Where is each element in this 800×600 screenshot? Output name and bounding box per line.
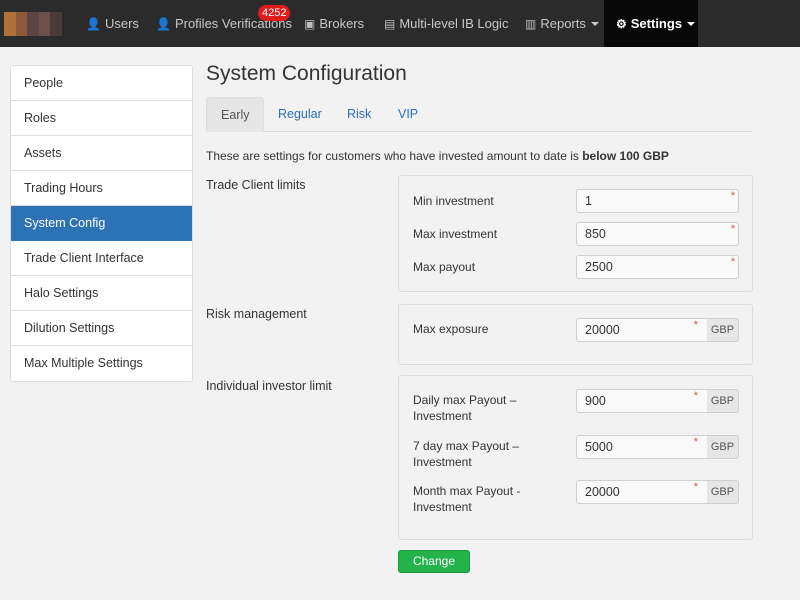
notification-badge: 4252	[258, 5, 291, 21]
user-icon: 👤	[156, 16, 171, 31]
max-payout-label: Max payout	[413, 260, 476, 274]
max-payout-input[interactable]: 2500 *	[576, 255, 739, 279]
max-exposure-input[interactable]: 20000 *	[576, 318, 708, 342]
tab-regular[interactable]: Regular	[278, 97, 322, 132]
max-payout-value: 2500	[585, 260, 613, 274]
nav-settings-label: Settings	[630, 16, 683, 31]
settings-sidebar: People Roles Assets Trading Hours System…	[10, 65, 193, 382]
chevron-down-icon	[590, 21, 599, 26]
org-chart-icon: ▤	[384, 16, 396, 31]
nav-reports[interactable]: ▥ Reports	[525, 0, 599, 47]
brand-logo[interactable]	[4, 12, 62, 36]
section-label-risk-management: Risk management	[206, 307, 307, 321]
currency-addon: GBP	[707, 318, 739, 342]
currency-addon: GBP	[707, 480, 739, 504]
seven-day-max-payout-label: 7 day max Payout – Investment	[413, 439, 520, 469]
tier-description-threshold: below 100 GBP	[582, 149, 669, 163]
tab-risk[interactable]: Risk	[347, 97, 371, 132]
daily-max-payout-label: Daily max Payout – Investment	[413, 393, 517, 423]
page-title: System Configuration	[206, 62, 407, 85]
briefcase-icon: ▣	[304, 16, 316, 31]
bar-chart-icon: ▥	[525, 16, 537, 31]
month-max-payout-value: 20000	[585, 485, 620, 499]
config-tabs: Early Regular Risk VIP	[206, 97, 752, 132]
seven-day-max-payout-input[interactable]: 5000 *	[576, 435, 708, 459]
sidebar-item-roles[interactable]: Roles	[11, 101, 192, 136]
sidebar-item-max-multiple-settings[interactable]: Max Multiple Settings	[11, 346, 192, 381]
seven-day-max-payout-value: 5000	[585, 440, 613, 454]
nav-users-label: Users	[104, 16, 139, 31]
min-investment-input[interactable]: 1 *	[576, 189, 739, 213]
max-investment-input[interactable]: 850 *	[576, 222, 739, 246]
tab-early[interactable]: Early	[206, 97, 265, 132]
required-marker: *	[730, 223, 735, 235]
month-max-payout-label: Month max Payout - Investment	[413, 484, 521, 514]
daily-max-payout-input[interactable]: 900 *	[576, 389, 708, 413]
tier-description-text: These are settings for customers who hav…	[206, 149, 579, 163]
section-label-individual-investor-limit: Individual investor limit	[206, 379, 332, 393]
required-marker: *	[730, 256, 735, 268]
min-investment-label: Min investment	[413, 194, 494, 208]
currency-addon: GBP	[707, 435, 739, 459]
nav-users[interactable]: 👤 Users	[86, 0, 139, 47]
chevron-down-icon	[687, 21, 696, 26]
tier-description: These are settings for customers who hav…	[206, 149, 669, 163]
sidebar-item-assets[interactable]: Assets	[11, 136, 192, 171]
max-exposure-value: 20000	[585, 323, 620, 337]
section-label-trade-client-limits: Trade Client limits	[206, 178, 306, 192]
daily-max-payout-value: 900	[585, 394, 606, 408]
required-marker: *	[693, 481, 698, 493]
max-investment-value: 850	[585, 227, 606, 241]
max-investment-label: Max investment	[413, 227, 498, 241]
nav-settings[interactable]: ⚙ Settings	[604, 0, 698, 47]
nav-brokers-label: Brokers	[319, 16, 365, 31]
tab-vip[interactable]: VIP	[398, 97, 418, 132]
panel-individual-investor-limit: Daily max Payout – Investment 900 * GBP …	[398, 375, 753, 540]
required-marker: *	[693, 390, 698, 402]
month-max-payout-input[interactable]: 20000 *	[576, 480, 708, 504]
panel-trade-client-limits: Min investment 1 * Max investment 850 * …	[398, 175, 753, 292]
required-marker: *	[693, 436, 698, 448]
required-marker: *	[730, 190, 735, 202]
change-button[interactable]: Change	[398, 550, 470, 573]
sidebar-item-trade-client-interface[interactable]: Trade Client Interface	[11, 241, 192, 276]
sidebar-item-people[interactable]: People	[11, 66, 192, 101]
sidebar-item-dilution-settings[interactable]: Dilution Settings	[11, 311, 192, 346]
max-exposure-label: Max exposure	[413, 322, 489, 336]
panel-risk-management: Max exposure 20000 * GBP	[398, 304, 753, 365]
required-marker: *	[693, 319, 698, 331]
top-navbar: 👤 Users 👤 Profiles Verifications 4252 ▣ …	[0, 0, 800, 47]
sidebar-item-halo-settings[interactable]: Halo Settings	[11, 276, 192, 311]
gear-icon: ⚙	[616, 16, 627, 31]
sidebar-item-trading-hours[interactable]: Trading Hours	[11, 171, 192, 206]
sidebar-item-system-config[interactable]: System Config	[11, 206, 192, 241]
min-investment-value: 1	[585, 194, 592, 208]
nav-reports-label: Reports	[540, 16, 586, 31]
nav-multi-level-ib-logic[interactable]: ▤ Multi-level IB Logic	[384, 0, 508, 47]
nav-brokers[interactable]: ▣ Brokers	[304, 0, 364, 47]
nav-multi-level-ib-logic-label: Multi-level IB Logic	[399, 16, 509, 31]
currency-addon: GBP	[707, 389, 739, 413]
user-icon: 👤	[86, 16, 101, 31]
